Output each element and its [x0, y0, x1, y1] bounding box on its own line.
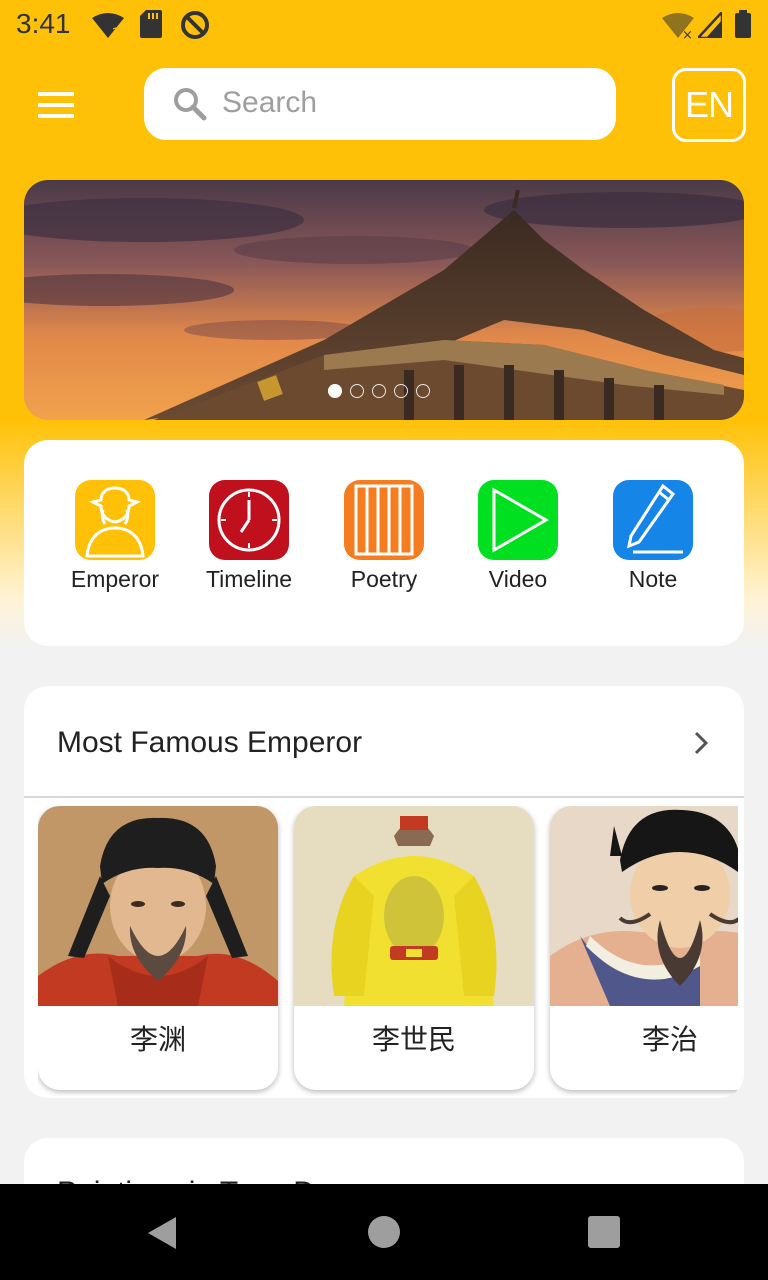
- quick-item-label: Poetry: [350, 566, 418, 592]
- recents-icon[interactable]: [588, 1216, 620, 1248]
- search-placeholder: Search: [222, 86, 318, 119]
- quick-item-poetry[interactable]: Poetry: [324, 480, 444, 593]
- clock-icon: [209, 480, 289, 560]
- status-time: 3:41: [16, 8, 71, 39]
- quick-item-label: Video: [488, 566, 548, 592]
- emperor-list[interactable]: 李渊 李世民 李治: [38, 806, 738, 1096]
- home-icon[interactable]: [368, 1216, 400, 1248]
- emperor-name: 李世民: [371, 1023, 456, 1056]
- search-icon: [174, 88, 207, 121]
- emperor-portrait: [550, 806, 738, 1006]
- divider: [24, 796, 744, 798]
- emperor-card[interactable]: 李治: [550, 806, 738, 1090]
- wifi-off-icon: ×: [662, 13, 694, 40]
- system-nav-bar: [0, 1184, 768, 1280]
- battery-icon: [735, 10, 751, 38]
- emperor-card[interactable]: 李渊: [38, 806, 278, 1090]
- scroll-columns-icon: [344, 480, 424, 560]
- quick-item-timeline[interactable]: Timeline: [189, 480, 309, 593]
- section-title: Most Famous Emperor: [57, 726, 363, 759]
- emperor-portrait: [294, 806, 534, 1006]
- back-icon[interactable]: [146, 1216, 178, 1250]
- play-icon: [478, 480, 558, 560]
- famous-emperor-section: Most Famous Emperor 李渊 李世民 李治: [24, 686, 744, 1098]
- wifi-question-icon: ?: [92, 13, 124, 40]
- quick-item-label: Emperor: [70, 566, 160, 592]
- banner-dot[interactable]: [394, 384, 408, 398]
- svg-text:?: ?: [112, 26, 119, 40]
- banner-dot[interactable]: [416, 384, 430, 398]
- hamburger-menu-icon[interactable]: [34, 88, 78, 122]
- sync-disabled-icon: [181, 11, 209, 39]
- language-toggle-button[interactable]: EN: [672, 68, 746, 142]
- emperor-portrait: [38, 806, 278, 1006]
- emperor-name: 李治: [641, 1023, 698, 1056]
- pencil-icon: [613, 480, 693, 560]
- signal-icon: [698, 12, 722, 38]
- banner-carousel[interactable]: [24, 180, 744, 420]
- banner-pagination: [328, 384, 430, 398]
- quick-menu-card: Emperor Timeline Poetry Video Note: [24, 440, 744, 646]
- search-input[interactable]: Search: [144, 68, 616, 140]
- sd-card-icon: [140, 10, 162, 38]
- svg-text:×: ×: [682, 28, 693, 40]
- banner-dot[interactable]: [350, 384, 364, 398]
- quick-item-note[interactable]: Note: [593, 480, 713, 593]
- quick-item-label: Timeline: [205, 566, 293, 592]
- emperor-card[interactable]: 李世民: [294, 806, 534, 1090]
- emperor-name: 李渊: [129, 1023, 186, 1056]
- quick-item-video[interactable]: Video: [458, 480, 578, 593]
- banner-dot[interactable]: [328, 384, 342, 398]
- quick-item-label: Note: [628, 566, 678, 592]
- banner-dot[interactable]: [372, 384, 386, 398]
- quick-item-emperor[interactable]: Emperor: [55, 480, 175, 593]
- emperor-figure-icon: [75, 480, 155, 560]
- status-bar: 3:41 ? ×: [0, 0, 768, 50]
- chevron-right-icon[interactable]: [686, 728, 716, 758]
